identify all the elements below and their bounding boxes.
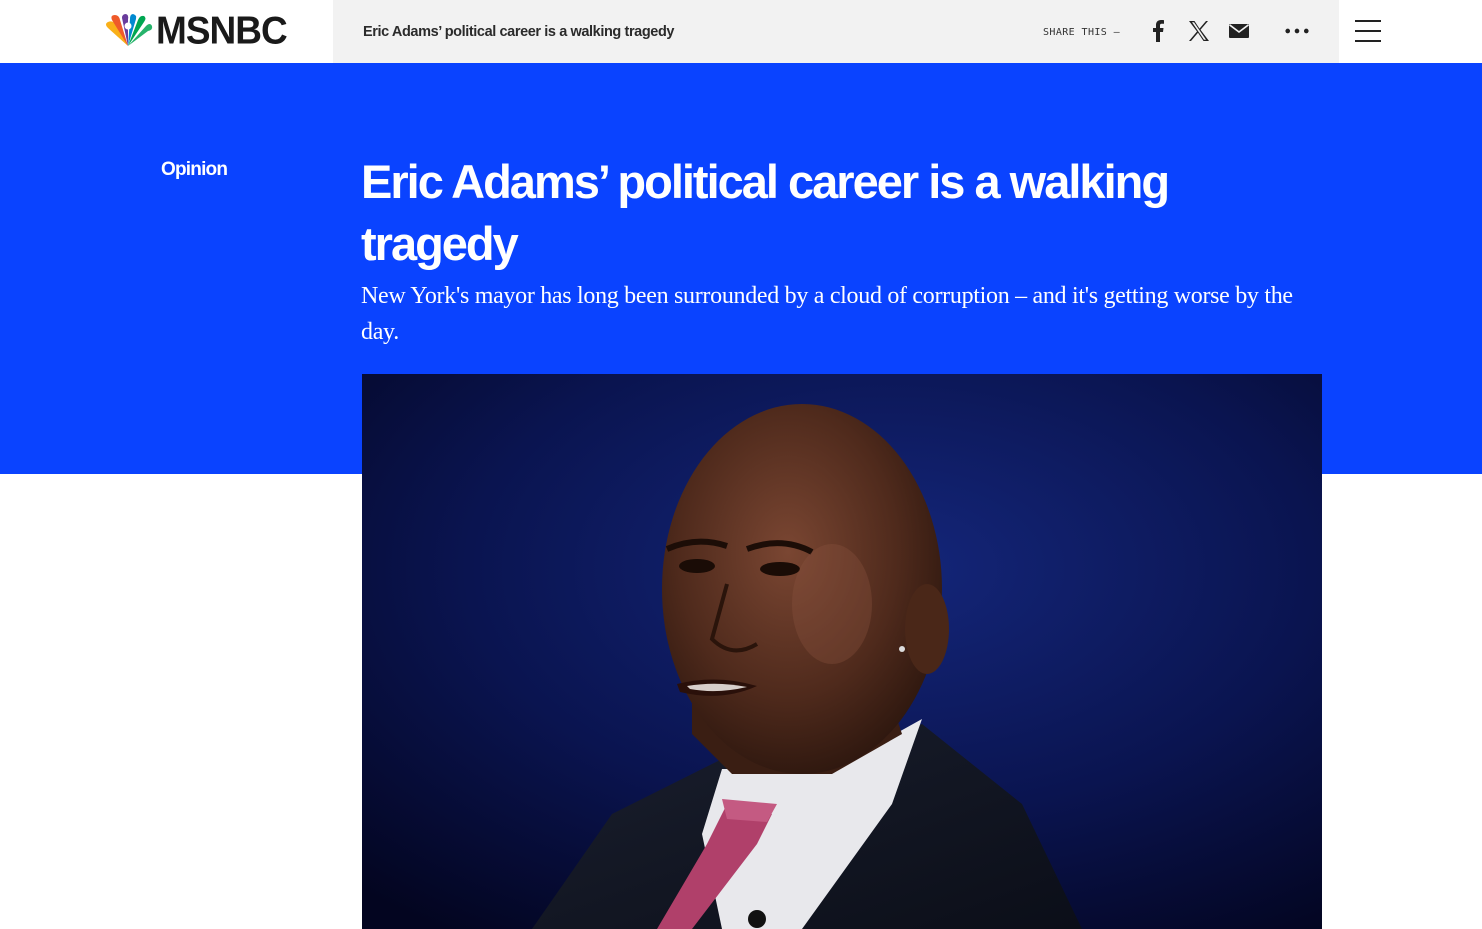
msnbc-wordmark: MSNBC	[156, 8, 288, 53]
hamburger-menu-icon[interactable]	[1355, 20, 1381, 42]
x-icon[interactable]	[1186, 18, 1212, 44]
peacock-icon	[106, 14, 153, 46]
top-bar: MSNBC Eric Adams’ political career is a …	[0, 0, 1482, 63]
more-icon[interactable]	[1284, 18, 1310, 44]
section-label[interactable]: Opinion	[161, 159, 228, 181]
email-icon[interactable]	[1226, 18, 1252, 44]
share-label: SHARE THIS —	[1043, 27, 1121, 38]
share-strip: Eric Adams’ political career is a walkin…	[333, 0, 1339, 63]
msnbc-logo[interactable]: MSNBC	[102, 8, 288, 53]
portrait-illustration	[362, 374, 1322, 929]
article-dek: New York's mayor has long been surrounde…	[361, 283, 1293, 345]
menu-area	[1339, 0, 1482, 63]
article-title: Eric Adams’ political career is a walkin…	[361, 155, 1170, 270]
sticky-headline: Eric Adams’ political career is a walkin…	[363, 24, 675, 40]
facebook-icon[interactable]	[1145, 18, 1171, 44]
logo-area: MSNBC	[0, 0, 333, 63]
lead-image	[362, 374, 1322, 929]
